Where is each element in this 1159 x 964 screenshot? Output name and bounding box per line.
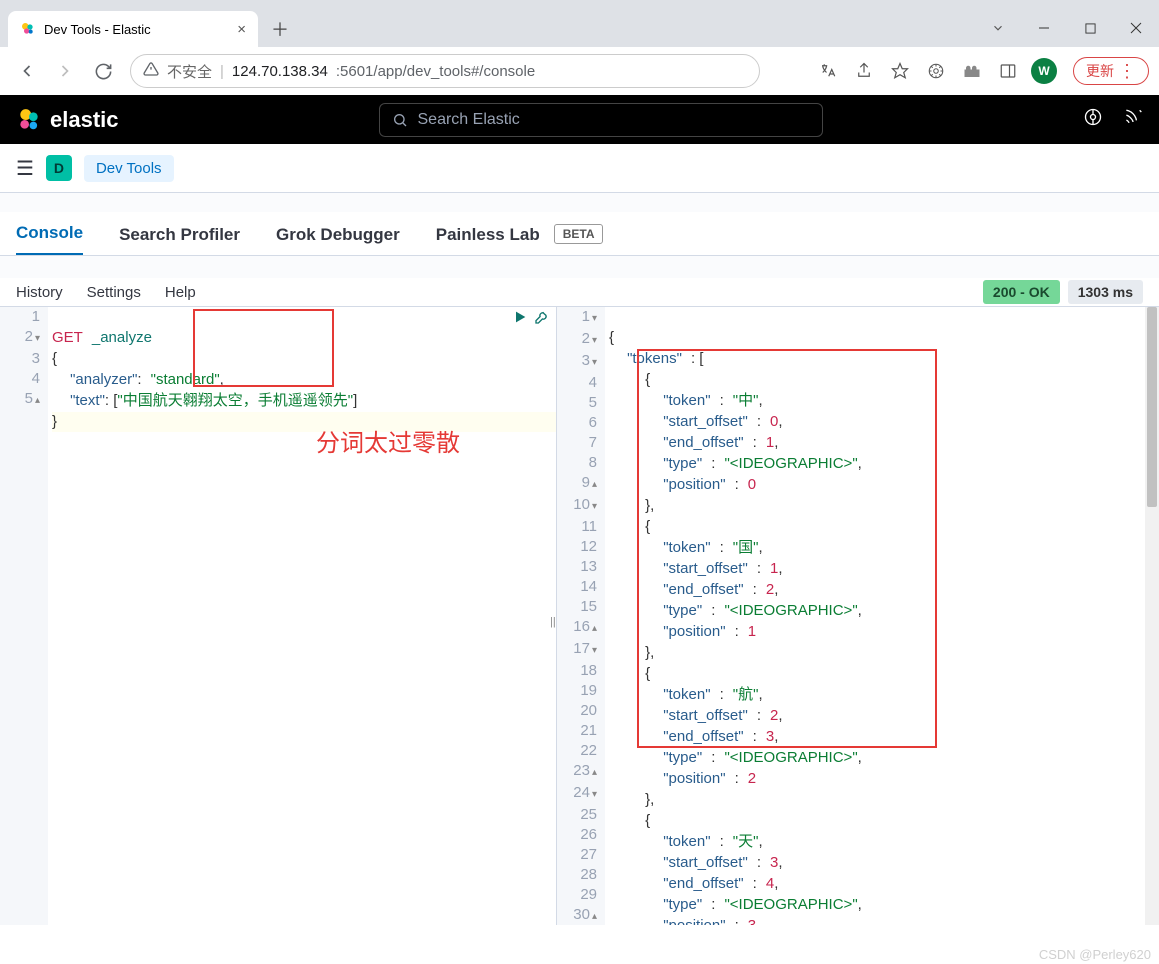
share-icon[interactable] (851, 58, 877, 84)
url-field[interactable]: 不安全 | 124.70.138.34:5601/app/dev_tools#/… (130, 54, 760, 88)
elastic-logo-text: elastic (50, 107, 119, 133)
translate-icon[interactable] (815, 58, 841, 84)
console-toolbar: History Settings Help 200 - OK 1303 ms (0, 278, 1159, 306)
browser-chrome: Dev Tools - Elastic × ＋ 不安全 | 124.70.138… (0, 0, 1159, 95)
window-maximize-icon[interactable] (1067, 9, 1113, 47)
response-pane[interactable]: 1▾2▾3▾4 5 6 7 8 9▴10▾11 12 13 14 15 16▴1… (557, 307, 1159, 925)
tab-bar: Dev Tools - Elastic × ＋ (0, 0, 1159, 47)
response-scrollbar[interactable] (1145, 307, 1159, 925)
request-actions (512, 309, 550, 330)
response-status: 200 - OK (983, 280, 1060, 304)
toolbar-settings[interactable]: Settings (87, 284, 141, 301)
elastic-header: elastic Search Elastic (0, 95, 1159, 144)
tab-console[interactable]: Console (16, 223, 83, 255)
extensions-icon[interactable] (959, 58, 985, 84)
menu-toggle-icon[interactable]: ☰ (16, 156, 34, 181)
url-host: 124.70.138.34 (232, 63, 328, 80)
star-icon[interactable] (887, 58, 913, 84)
security-text: 不安全 (167, 61, 212, 82)
sidebar-icon[interactable] (995, 58, 1021, 84)
window-dropdown-icon[interactable] (975, 9, 1021, 47)
sub-header: ☰ D Dev Tools (0, 144, 1159, 193)
elastic-logo[interactable]: elastic (16, 107, 119, 133)
annotation-text: 分词太过零散 (316, 423, 460, 458)
update-button[interactable]: 更新⋮ (1073, 57, 1149, 85)
tab-grok-debugger[interactable]: Grok Debugger (276, 225, 400, 255)
browser-tab[interactable]: Dev Tools - Elastic × (8, 11, 258, 47)
elastic-logo-icon (20, 21, 36, 37)
toolbar-history[interactable]: History (16, 284, 63, 301)
window-minimize-icon[interactable] (1021, 9, 1067, 47)
annotation-box-response (637, 349, 937, 748)
newsfeed-icon[interactable] (1123, 107, 1143, 132)
reload-button[interactable] (86, 54, 120, 88)
send-request-icon[interactable] (512, 309, 528, 330)
search-placeholder: Search Elastic (418, 111, 520, 129)
response-gutter: 1▾2▾3▾4 5 6 7 8 9▴10▾11 12 13 14 15 16▴1… (557, 307, 605, 925)
address-bar: 不安全 | 124.70.138.34:5601/app/dev_tools#/… (0, 47, 1159, 95)
global-search[interactable]: Search Elastic (379, 103, 824, 137)
dev-tools-tabs: Console Search Profiler Grok Debugger Pa… (0, 212, 1159, 256)
editor-area: 1 2▾3 4 5▴ GET _analyze { "analyzer": "s… (0, 306, 1159, 925)
request-code[interactable]: GET _analyze { "analyzer": "standard", "… (48, 307, 556, 925)
response-time: 1303 ms (1068, 280, 1143, 304)
forward-button[interactable] (48, 54, 82, 88)
url-path: :5601/app/dev_tools#/console (336, 63, 535, 80)
watermark: CSDN @Perley620 (1039, 947, 1151, 962)
tab-search-profiler[interactable]: Search Profiler (119, 225, 240, 255)
window-close-icon[interactable] (1113, 9, 1159, 47)
toolbar-help[interactable]: Help (165, 284, 196, 301)
extension1-icon[interactable] (923, 58, 949, 84)
wrench-icon[interactable] (534, 309, 550, 330)
tab-painless-lab[interactable]: Painless Lab (436, 225, 540, 255)
annotation-box-request (193, 309, 334, 387)
beta-badge: BETA (554, 224, 604, 244)
new-tab-button[interactable]: ＋ (266, 15, 294, 43)
tab-title: Dev Tools - Elastic (44, 22, 151, 37)
insecure-icon (143, 61, 159, 81)
breadcrumb-devtools[interactable]: Dev Tools (84, 155, 174, 182)
help-icon[interactable] (1083, 107, 1103, 132)
tab-close-icon[interactable]: × (237, 21, 246, 38)
request-gutter: 1 2▾3 4 5▴ (0, 307, 48, 925)
mode-badge: D (46, 155, 72, 181)
profile-badge[interactable]: W (1031, 58, 1057, 84)
back-button[interactable] (10, 54, 44, 88)
window-controls (975, 9, 1159, 47)
request-pane[interactable]: 1 2▾3 4 5▴ GET _analyze { "analyzer": "s… (0, 307, 556, 925)
